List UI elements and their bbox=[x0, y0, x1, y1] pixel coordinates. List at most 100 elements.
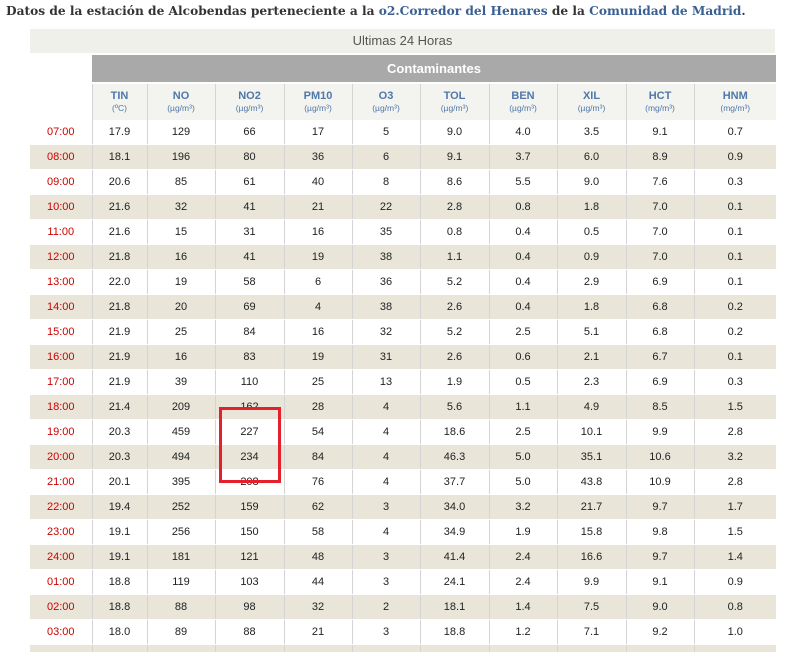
value-cell-tol: 41.4 bbox=[420, 544, 490, 570]
value-cell-o3: 38 bbox=[352, 294, 421, 320]
value-cell-hnm: 2.8 bbox=[694, 469, 776, 495]
value-cell-o3: 4 bbox=[352, 444, 421, 470]
value-cell-pm10: 36 bbox=[284, 144, 353, 170]
value-cell-no2: 110 bbox=[215, 369, 285, 395]
value-cell-ben: 1.4 bbox=[489, 594, 558, 620]
value-cell-pm10: 54 bbox=[284, 419, 353, 445]
value-cell-xil: 5.1 bbox=[557, 319, 627, 345]
value-cell-ben: 3.7 bbox=[489, 144, 558, 170]
value-cell-hct: 9.0 bbox=[626, 594, 695, 620]
region-link[interactable]: Comunidad de Madrid bbox=[589, 4, 741, 18]
value-cell-hnm: 0.1 bbox=[694, 244, 776, 270]
value-cell-tin: 20.1 bbox=[92, 469, 148, 495]
value-cell-no2: 61 bbox=[215, 169, 285, 195]
value-cell-no: 85 bbox=[147, 169, 216, 195]
value-cell-ben: 2.5 bbox=[489, 319, 558, 345]
value-cell-pm10: 44 bbox=[284, 569, 353, 595]
column-header-tin: TIN (ºC) bbox=[92, 84, 148, 120]
value-cell-tin: 20.3 bbox=[92, 444, 148, 470]
value-cell-xil: 2.1 bbox=[557, 344, 627, 370]
value-cell-no2: 98 bbox=[215, 594, 285, 620]
value-cell-hnm: 1.7 bbox=[694, 494, 776, 520]
hour-cell: 12:00 bbox=[30, 244, 93, 270]
value-cell-ben: 0.8 bbox=[489, 194, 558, 220]
hour-cell: 04:00 bbox=[30, 644, 93, 652]
value-cell-o3: 31 bbox=[352, 344, 421, 370]
value-cell-no2: 162 bbox=[215, 394, 285, 420]
value-cell-no: 209 bbox=[147, 394, 216, 420]
value-cell-pm10: 6 bbox=[284, 269, 353, 295]
value-cell-tin: 20.6 bbox=[92, 169, 148, 195]
value-cell-no2: 84 bbox=[215, 319, 285, 345]
value-cell-hct: 9.2 bbox=[626, 619, 695, 645]
value-cell-o3: 3 bbox=[352, 494, 421, 520]
value-cell-tol: 5.2 bbox=[420, 269, 490, 295]
value-cell-xil: 2.9 bbox=[557, 269, 627, 295]
station-intro: Datos de la estación de Alcobendas perte… bbox=[6, 3, 782, 19]
value-cell-xil: 15.8 bbox=[557, 519, 627, 545]
value-cell-tin: 18.8 bbox=[92, 569, 148, 595]
value-cell-ben: 2.4 bbox=[489, 569, 558, 595]
value-cell-no2: 88 bbox=[215, 619, 285, 645]
zone-link[interactable]: o2.Corredor del Henares bbox=[379, 4, 548, 18]
table-row: 15:00 21.9 25 84 16 32 5.2 2.5 5.1 6.8 0.2 bbox=[30, 319, 776, 345]
column-name: BEN bbox=[511, 90, 535, 102]
value-cell-hct: 9.8 bbox=[626, 519, 695, 545]
value-cell-tol: 18.6 bbox=[420, 419, 490, 445]
value-cell-tin: 21.9 bbox=[92, 344, 148, 370]
intro-text-middle: de la bbox=[547, 4, 590, 18]
hour-cell: 23:00 bbox=[30, 519, 93, 545]
column-unit: (mg/m³) bbox=[720, 103, 751, 113]
value-cell-tin: 19.4 bbox=[92, 494, 148, 520]
value-cell-pm10: 17 bbox=[284, 120, 353, 145]
column-header-pm10: PM10 (µg/m³) bbox=[284, 84, 353, 120]
period-subtitle: Ultimas 24 Horas bbox=[30, 29, 775, 53]
column-name: TOL bbox=[443, 90, 466, 102]
value-cell-tin: 21.4 bbox=[92, 394, 148, 420]
value-cell-hnm: 0.1 bbox=[694, 269, 776, 295]
value-cell-hct: 8.5 bbox=[626, 394, 695, 420]
value-cell-no: 88 bbox=[147, 594, 216, 620]
column-name: O3 bbox=[378, 90, 394, 102]
value-cell-hct: 7.0 bbox=[626, 194, 695, 220]
value-cell-hnm: 0.1 bbox=[694, 194, 776, 220]
value-cell-xil: 0.9 bbox=[557, 244, 627, 270]
value-cell-tin: 18.0 bbox=[92, 644, 148, 652]
value-cell-tin: 19.1 bbox=[92, 544, 148, 570]
value-cell-pm10: 84 bbox=[284, 444, 353, 470]
value-cell-hnm: 0.7 bbox=[694, 120, 776, 145]
table-row: 04:0018.0587820211.90.84.58.20.4 bbox=[30, 644, 776, 652]
value-cell-hct: 7.0 bbox=[626, 219, 695, 245]
value-cell-tin: 21.6 bbox=[92, 219, 148, 245]
value-cell-no: 256 bbox=[147, 519, 216, 545]
value-cell-ben: 5.0 bbox=[489, 469, 558, 495]
table-row: 10:00 21.6 32 41 21 22 2.8 0.8 1.8 7.0 0.1 bbox=[30, 194, 776, 220]
value-cell-hct: 9.1 bbox=[626, 569, 695, 595]
table-row: 14:00 21.8 20 69 4 38 2.6 0.4 1.8 6.8 0.2 bbox=[30, 294, 776, 320]
value-cell-o3: 5 bbox=[352, 120, 421, 145]
value-cell-no2: 41 bbox=[215, 194, 285, 220]
value-cell-xil: 1.8 bbox=[557, 294, 627, 320]
table-row: 01:00 18.8 119 103 44 3 24.1 2.4 9.9 9.1 0.9 bbox=[30, 569, 776, 595]
value-cell-tol: 2.6 bbox=[420, 344, 490, 370]
value-cell-no: 15 bbox=[147, 219, 216, 245]
hour-column-header bbox=[30, 84, 93, 120]
value-cell-hnm: 0.9 bbox=[694, 144, 776, 170]
value-cell-hnm: 0.1 bbox=[694, 219, 776, 245]
value-cell-xil: 43.8 bbox=[557, 469, 627, 495]
value-cell-no2: 121 bbox=[215, 544, 285, 570]
value-cell-o3: 4 bbox=[352, 419, 421, 445]
value-cell-no2: 41 bbox=[215, 244, 285, 270]
value-cell-ben: 2.5 bbox=[489, 419, 558, 445]
value-cell-hct: 7.0 bbox=[626, 244, 695, 270]
column-header-ben: BEN (µg/m³) bbox=[489, 84, 558, 120]
value-cell-o3: 13 bbox=[352, 369, 421, 395]
column-unit: (µg/m³) bbox=[577, 103, 606, 113]
value-cell-o3: 2 bbox=[352, 594, 421, 620]
value-cell-hnm: 1.5 bbox=[694, 394, 776, 420]
value-cell-no2: 159 bbox=[215, 494, 285, 520]
value-cell-hnm: 2.8 bbox=[694, 419, 776, 445]
column-name: HCT bbox=[648, 90, 672, 102]
value-cell-no: 181 bbox=[147, 544, 216, 570]
value-cell-pm10: 25 bbox=[284, 369, 353, 395]
